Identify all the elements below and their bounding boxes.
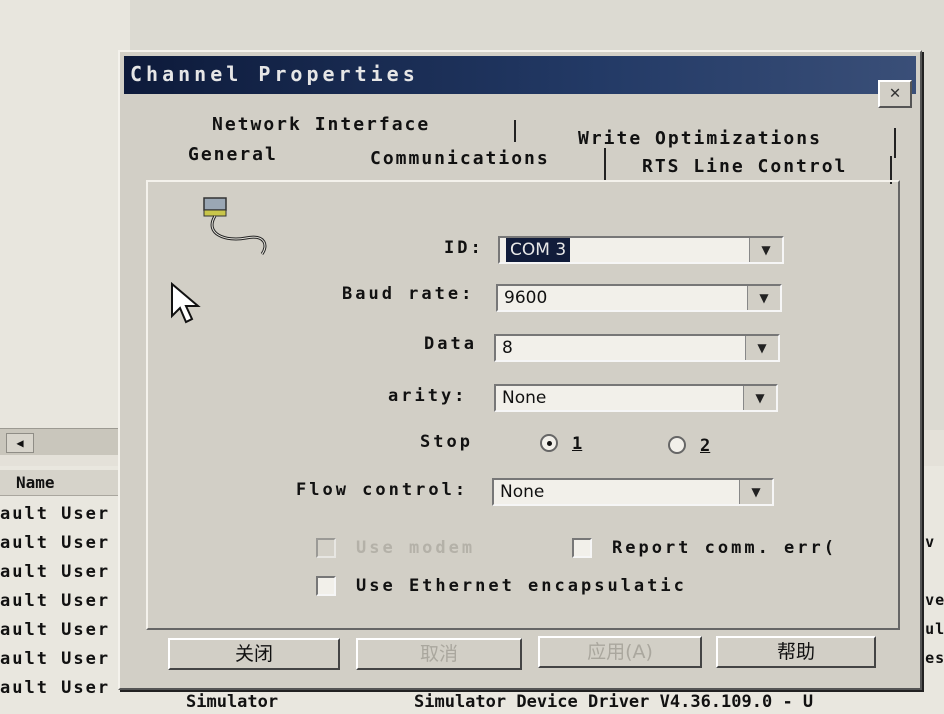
stop-bits-label: Stop (420, 432, 473, 452)
log-last-row: Simulator Simulator Device Driver V4.36.… (180, 692, 944, 714)
use-modem-label: Use modem (356, 538, 476, 558)
tab-divider (604, 148, 606, 182)
tab-rts-line-control[interactable]: RTS Line Control (642, 156, 847, 177)
list-item[interactable]: ault User (0, 616, 130, 645)
scroll-left-icon[interactable]: ◀ (6, 433, 34, 453)
chevron-down-icon[interactable]: ▼ (747, 286, 780, 310)
help-button[interactable]: 帮助 (716, 636, 876, 668)
stop-bits-2-radio[interactable] (668, 436, 686, 454)
list-item[interactable]: ault User (0, 500, 130, 529)
serial-cable-icon (203, 197, 267, 255)
baud-rate-select[interactable]: 9600 ▼ (496, 284, 782, 312)
log-source: Simulator (186, 692, 279, 712)
report-errors-checkbox[interactable] (572, 538, 592, 558)
baud-rate-label: Baud rate: (342, 284, 475, 304)
chevron-down-icon[interactable]: ▼ (749, 238, 782, 262)
background-pane (0, 0, 130, 430)
ethernet-encapsulation-checkbox[interactable] (316, 576, 336, 596)
list-item[interactable]: ault User (0, 529, 130, 558)
list-item[interactable]: ault User (0, 645, 130, 674)
channel-properties-dialog: Channel Properties ✕ Network Interface W… (118, 50, 922, 690)
tab-divider (894, 128, 896, 158)
parity-value: None (502, 388, 547, 408)
data-bits-label: Data (424, 334, 477, 354)
stop-bits-1-label[interactable]: 1 (572, 434, 582, 454)
title-bar[interactable]: Channel Properties (124, 56, 916, 94)
use-modem-checkbox (316, 538, 336, 558)
id-select[interactable]: COM 3 ▼ (498, 236, 784, 264)
chevron-down-icon[interactable]: ▼ (739, 480, 772, 504)
data-bits-value: 8 (502, 338, 513, 358)
list-item[interactable]: ault User (0, 558, 130, 587)
flow-control-select[interactable]: None ▼ (492, 478, 774, 506)
stop-bits-1-radio[interactable] (540, 434, 558, 452)
baud-rate-value: 9600 (504, 288, 548, 308)
close-button[interactable]: 关闭 (168, 638, 340, 670)
flow-control-label: Flow control: (296, 480, 469, 500)
close-icon[interactable]: ✕ (878, 80, 912, 108)
log-message: Simulator Device Driver V4.36.109.0 - U (414, 692, 814, 712)
log-user-column: ault User ault User ault User ault User … (0, 500, 130, 703)
tab-network-interface[interactable]: Network Interface (212, 114, 430, 135)
list-item[interactable]: ault User (0, 587, 130, 616)
tab-write-optimizations[interactable]: Write Optimizations (578, 128, 822, 149)
cancel-button: 取消 (356, 638, 522, 670)
list-item[interactable]: ault User (0, 674, 130, 703)
chevron-down-icon[interactable]: ▼ (745, 336, 778, 360)
parity-label: arity: (388, 386, 468, 406)
ethernet-encapsulation-label[interactable]: Use Ethernet encapsulatic (356, 576, 687, 596)
parity-select[interactable]: None ▼ (494, 384, 778, 412)
report-errors-label[interactable]: Report comm. err( (612, 538, 837, 558)
chevron-down-icon[interactable]: ▼ (743, 386, 776, 410)
tab-general[interactable]: General (188, 144, 278, 165)
apply-button: 应用(A) (538, 636, 702, 668)
cursor-icon (171, 282, 201, 324)
id-value: COM 3 (506, 238, 571, 262)
horizontal-scrollbar[interactable]: ◀ (0, 428, 130, 455)
tab-communications[interactable]: Communications (370, 148, 550, 169)
id-label: ID: (444, 238, 484, 258)
column-header-name[interactable]: Name (0, 470, 130, 496)
tab-divider (514, 120, 516, 142)
flow-control-value: None (500, 482, 545, 502)
dialog-title: Channel Properties (130, 62, 419, 86)
data-bits-select[interactable]: 8 ▼ (494, 334, 780, 362)
stop-bits-2-label[interactable]: 2 (700, 436, 710, 456)
